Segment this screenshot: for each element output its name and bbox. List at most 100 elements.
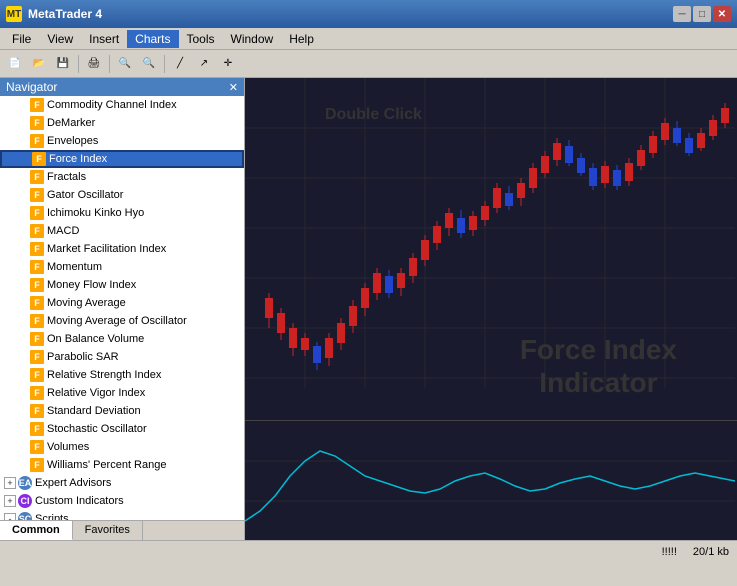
close-button[interactable]: ✕ [713, 6, 731, 22]
tree-item-scripts[interactable]: -SCScripts [0, 510, 244, 520]
tree-item-parabolicsar[interactable]: FParabolic SAR [0, 348, 244, 366]
double-click-annotation: Double Click [325, 106, 422, 124]
label-scripts: Scripts [35, 513, 69, 520]
tab-common[interactable]: Common [0, 521, 73, 540]
expand-scripts[interactable]: - [4, 513, 16, 520]
label-momentum: Momentum [47, 261, 102, 273]
tree-item-macd[interactable]: FMACD [0, 222, 244, 240]
expand-expertadvisors[interactable]: + [4, 477, 16, 489]
tree-item-rsi[interactable]: FRelative Strength Index [0, 366, 244, 384]
status-bar: !!!!! 20/1 kb [0, 540, 737, 562]
tree-item-momentum[interactable]: FMomentum [0, 258, 244, 276]
label-customindicators: Custom Indicators [35, 495, 124, 507]
tree-item-onbalance[interactable]: FOn Balance Volume [0, 330, 244, 348]
icon-momentum: F [30, 260, 44, 274]
menu-charts[interactable]: Charts [127, 30, 178, 48]
icon-rvi: F [30, 386, 44, 400]
label-movingaverage: Moving Average [47, 297, 126, 309]
label-stddev: Standard Deviation [47, 405, 141, 417]
toolbar-zoom-in[interactable]: 🔍 [114, 53, 136, 75]
menu-help[interactable]: Help [281, 30, 322, 48]
icon-volumes: F [30, 440, 44, 454]
label-commodity: Commodity Channel Index [47, 99, 177, 111]
tab-favorites[interactable]: Favorites [73, 521, 143, 540]
tree-item-marketfacilitation[interactable]: FMarket Facilitation Index [0, 240, 244, 258]
label-expertadvisors: Expert Advisors [35, 477, 111, 489]
tree-item-volumes[interactable]: FVolumes [0, 438, 244, 456]
force-index-chart[interactable] [245, 420, 737, 540]
label-marketfacilitation: Market Facilitation Index [47, 243, 166, 255]
app-icon: MT [6, 6, 22, 22]
label-demarker: DeMarker [47, 117, 95, 129]
icon-ichimoku: F [30, 206, 44, 220]
title-bar-left: MT MetaTrader 4 [6, 6, 102, 22]
icon-marketfacilitation: F [30, 242, 44, 256]
tree-item-gator[interactable]: FGator Oscillator [0, 186, 244, 204]
label-onbalance: On Balance Volume [47, 333, 144, 345]
toolbar-zoom-out[interactable]: 🔍 [138, 53, 160, 75]
icon-movingavgosc: F [30, 314, 44, 328]
menu-tools[interactable]: Tools [179, 30, 223, 48]
maximize-button[interactable]: □ [693, 6, 711, 22]
label-fractals: Fractals [47, 171, 86, 183]
label-forceindex: Force Index [49, 153, 107, 165]
label-macd: MACD [47, 225, 79, 237]
icon-macd: F [30, 224, 44, 238]
expand-customindicators[interactable]: + [4, 495, 16, 507]
minimize-button[interactable]: ─ [673, 6, 691, 22]
toolbar-crosshair[interactable]: ✛ [217, 53, 239, 75]
tree-item-movingavgosc[interactable]: FMoving Average of Oscillator [0, 312, 244, 330]
menu-window[interactable]: Window [223, 30, 282, 48]
tree-item-ichimoku[interactable]: FIchimoku Kinko Hyo [0, 204, 244, 222]
toolbar-arrow[interactable]: ↗ [193, 53, 215, 75]
tree-item-williams[interactable]: FWilliams' Percent Range [0, 456, 244, 474]
menu-insert[interactable]: Insert [81, 30, 127, 48]
tree-container: FCommodity Channel IndexFDeMarkerFEnvelo… [0, 96, 244, 520]
menu-bar: File View Insert Charts Tools Window Hel… [0, 28, 737, 50]
label-volumes: Volumes [47, 441, 89, 453]
icon-moneyflow: F [30, 278, 44, 292]
label-rvi: Relative Vigor Index [47, 387, 145, 399]
tree-item-demarker[interactable]: FDeMarker [0, 114, 244, 132]
label-envelopes: Envelopes [47, 135, 98, 147]
tree-item-movingaverage[interactable]: FMoving Average [0, 294, 244, 312]
icon-onbalance: F [30, 332, 44, 346]
tree-item-commodity[interactable]: FCommodity Channel Index [0, 96, 244, 114]
status-info: 20/1 kb [693, 546, 729, 558]
tree-item-customindicators[interactable]: +CICustom Indicators [0, 492, 244, 510]
tree-item-envelopes[interactable]: FEnvelopes [0, 132, 244, 150]
navigator-close-btn[interactable]: ✕ [229, 81, 238, 94]
icon-williams: F [30, 458, 44, 472]
tree-item-moneyflow[interactable]: FMoney Flow Index [0, 276, 244, 294]
icon-movingaverage: F [30, 296, 44, 310]
menu-view[interactable]: View [39, 30, 81, 48]
navigator-header: Navigator ✕ [0, 78, 244, 96]
toolbar-open[interactable]: 📂 [28, 53, 50, 75]
tree-item-stochastic[interactable]: FStochastic Oscillator [0, 420, 244, 438]
navigator-panel: Navigator ✕ FCommodity Channel IndexFDeM… [0, 78, 245, 540]
toolbar-save[interactable]: 💾 [52, 53, 74, 75]
tree-item-forceindex[interactable]: FForce Index [0, 150, 244, 168]
icon-fractals: F [30, 170, 44, 184]
label-parabolicsar: Parabolic SAR [47, 351, 119, 363]
main-area: Navigator ✕ FCommodity Channel IndexFDeM… [0, 78, 737, 540]
label-moneyflow: Money Flow Index [47, 279, 136, 291]
toolbar-new[interactable]: 📄 [4, 53, 26, 75]
toolbar-sep1 [78, 55, 79, 73]
navigator-tabs: Common Favorites [0, 520, 244, 540]
icon-rsi: F [30, 368, 44, 382]
tree-item-expertadvisors[interactable]: +EAExpert Advisors [0, 474, 244, 492]
label-gator: Gator Oscillator [47, 189, 123, 201]
label-williams: Williams' Percent Range [47, 459, 166, 471]
chart-area: Double Click Force Index Indicator [245, 78, 737, 540]
tree-item-fractals[interactable]: FFractals [0, 168, 244, 186]
menu-file[interactable]: File [4, 30, 39, 48]
icon-expertadvisors: EA [18, 476, 32, 490]
icon-scripts: SC [18, 512, 32, 520]
toolbar-sep2 [109, 55, 110, 73]
tree-item-rvi[interactable]: FRelative Vigor Index [0, 384, 244, 402]
tree-item-stddev[interactable]: FStandard Deviation [0, 402, 244, 420]
toolbar-line[interactable]: ╱ [169, 53, 191, 75]
toolbar-print[interactable]: 🖨 [83, 53, 105, 75]
toolbar: 📄 📂 💾 🖨 🔍 🔍 ╱ ↗ ✛ [0, 50, 737, 78]
